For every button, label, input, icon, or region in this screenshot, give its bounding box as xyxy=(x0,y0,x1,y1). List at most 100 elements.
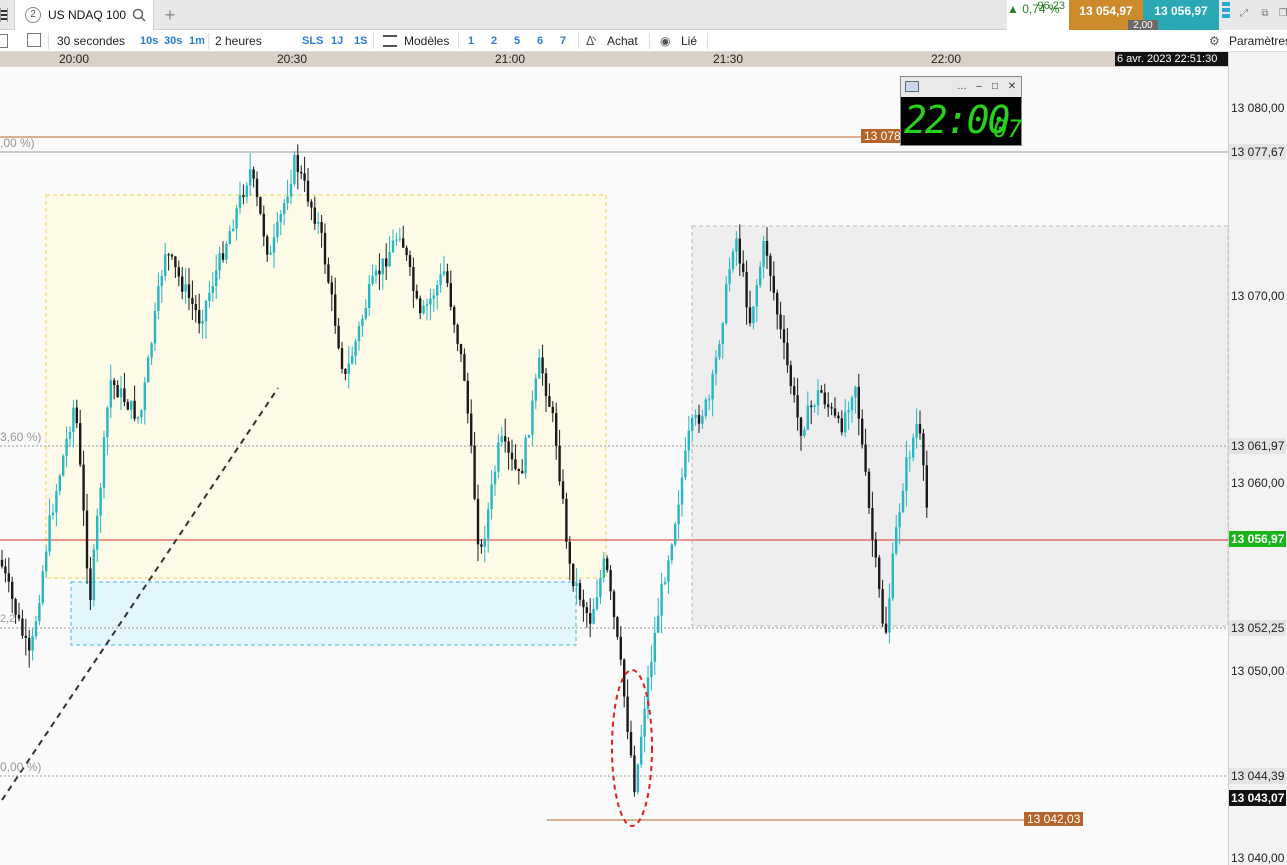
daily-change: ▲ 0,74 % 96,23 xyxy=(1007,0,1069,30)
price-label: 13 070,00 xyxy=(1231,289,1285,303)
up-arrow-icon: ▲ xyxy=(1007,2,1019,16)
buy-order-icon[interactable]: ᐬ xyxy=(586,30,597,52)
price-axis[interactable]: 13 080,00 13 077,67 13 070,00 13 061,97 … xyxy=(1228,52,1287,865)
high-level-tag[interactable]: 13 078 xyxy=(861,129,904,143)
candle-body xyxy=(735,238,738,252)
candle-body xyxy=(589,613,592,624)
search-icon[interactable] xyxy=(132,8,146,22)
candle-body xyxy=(259,197,262,214)
interval-30s-button[interactable]: 30s xyxy=(164,30,182,52)
candle-body xyxy=(150,343,153,358)
candle-body xyxy=(470,413,473,446)
candle-body xyxy=(725,283,728,324)
candle-body xyxy=(286,196,289,204)
candle-body xyxy=(170,254,174,257)
candle-body xyxy=(41,571,44,603)
candle-body xyxy=(517,468,520,472)
candle-body xyxy=(126,402,129,410)
candle-body xyxy=(636,764,639,793)
close-icon[interactable]: ✕ xyxy=(1006,81,1018,93)
template-slot-6[interactable]: 6 xyxy=(537,30,543,52)
price-label: 13 052,25 xyxy=(1229,620,1287,636)
tab-number-badge: 2 xyxy=(25,7,41,23)
candle-body xyxy=(694,414,697,418)
candle-body xyxy=(143,382,146,411)
candle-body xyxy=(731,251,735,270)
candle-body xyxy=(752,306,755,324)
period-select[interactable]: 2 heures xyxy=(215,30,262,52)
more-icon[interactable]: … xyxy=(956,81,968,93)
cyan-zone xyxy=(70,581,577,646)
menu-icon[interactable] xyxy=(0,8,8,22)
buy-order-button[interactable]: Achat xyxy=(607,30,638,52)
candle-body xyxy=(228,231,231,244)
candle-body xyxy=(215,270,218,287)
candle-body xyxy=(606,558,609,571)
settings-button[interactable]: Paramètres xyxy=(1229,30,1287,52)
candle-body xyxy=(68,432,72,439)
interval-1m-button[interactable]: 1m xyxy=(189,30,205,52)
candle-body xyxy=(361,318,364,327)
popout-icon[interactable]: ⧉ xyxy=(1259,8,1271,20)
interval-select[interactable]: 30 secondes xyxy=(57,30,125,52)
time-tick: 20:30 xyxy=(277,52,308,66)
candle-body xyxy=(687,430,690,451)
period-sls-button[interactable]: SLS xyxy=(302,30,323,52)
gear-icon[interactable]: ⚙ xyxy=(1209,30,1220,52)
candle-body xyxy=(364,308,367,319)
price-chart-area[interactable]: ,00 %) 3,60 %) 2,2 0,00 %) 13 078 13 042… xyxy=(0,67,1228,865)
candle-body xyxy=(62,455,65,476)
clock-app-icon xyxy=(905,81,919,92)
candle-body xyxy=(874,539,877,558)
template-slot-1[interactable]: 1 xyxy=(468,30,474,52)
candlestick-chart[interactable] xyxy=(0,67,1228,865)
candle-body xyxy=(58,475,61,492)
minimize-icon[interactable]: – xyxy=(973,81,985,93)
candle-body xyxy=(633,755,636,793)
template-slot-2[interactable]: 2 xyxy=(491,30,497,52)
candle-body xyxy=(799,417,803,436)
expand-icon[interactable]: ⤢ xyxy=(1238,8,1250,20)
candle-body xyxy=(857,386,860,419)
clock-widget[interactable]: … – □ ✕ 22:00 07 xyxy=(900,76,1022,146)
link-button[interactable]: Lié xyxy=(681,30,697,52)
candle-body xyxy=(300,171,303,174)
templates-button[interactable]: Modèles xyxy=(404,30,449,52)
template-slot-7[interactable]: 7 xyxy=(560,30,566,52)
price-label: 13 044,39 xyxy=(1229,768,1287,784)
link-eye-icon[interactable]: ◉ xyxy=(660,30,670,52)
templates-icon[interactable] xyxy=(383,35,397,47)
fib-label-top: ,00 %) xyxy=(0,136,35,150)
period-1s-button[interactable]: 1S xyxy=(354,30,367,52)
candle-body xyxy=(701,416,704,424)
interval-10s-button[interactable]: 10s xyxy=(140,30,158,52)
candle-body xyxy=(538,357,541,379)
maximize-icon[interactable]: □ xyxy=(989,81,1001,93)
candle-body xyxy=(402,238,405,248)
candle-body xyxy=(133,400,136,419)
candle-body xyxy=(272,237,276,253)
add-tab-icon[interactable]: + xyxy=(158,4,182,26)
candle-body xyxy=(575,583,578,587)
time-axis[interactable]: 20:00 20:30 21:00 21:30 22:00 xyxy=(0,52,1228,67)
candle-body xyxy=(755,285,758,307)
candle-body xyxy=(320,222,323,233)
candle-body xyxy=(504,436,507,442)
candle-body xyxy=(408,255,412,268)
candle-body xyxy=(167,254,170,256)
candle-body xyxy=(357,326,361,342)
clock-titlebar[interactable]: … – □ ✕ xyxy=(901,77,1021,97)
instrument-tab[interactable]: 2 US NDAQ 100 xyxy=(14,0,154,30)
template-slot-5[interactable]: 5 xyxy=(514,30,520,52)
low-level-tag[interactable]: 13 042,03 xyxy=(1024,812,1084,826)
candle-body xyxy=(323,232,327,265)
restore-icon[interactable]: ❐ xyxy=(1277,8,1287,20)
candle-body xyxy=(844,412,847,433)
chart-layout-icon[interactable] xyxy=(27,33,41,47)
panel-toggle-icon[interactable] xyxy=(0,34,8,48)
period-1j-button[interactable]: 1J xyxy=(331,30,343,52)
current-price-label: 13 056,97 xyxy=(1229,531,1287,547)
candle-body xyxy=(232,228,235,232)
candle-body xyxy=(888,598,891,633)
candle-body xyxy=(769,255,772,276)
